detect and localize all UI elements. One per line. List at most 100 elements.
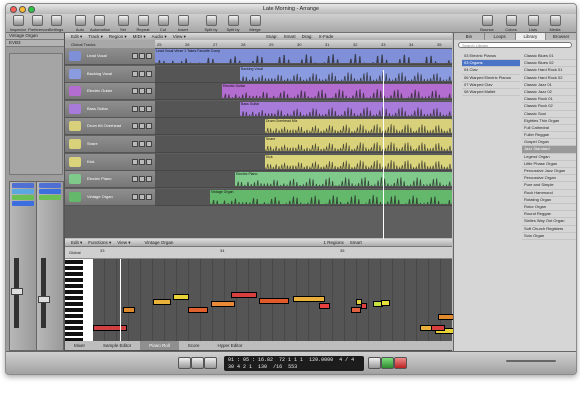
mute-button[interactable] (132, 70, 138, 77)
track-header[interactable]: Backing Vocal (65, 65, 155, 83)
record-enable-button[interactable] (146, 158, 152, 165)
record-enable-button[interactable] (146, 193, 152, 200)
divisor-display[interactable]: /16 (273, 364, 282, 370)
playhead[interactable] (383, 70, 384, 266)
arrange-menu-item[interactable]: Edit ▾ (71, 34, 82, 39)
midi-note[interactable] (351, 307, 361, 313)
track-header[interactable]: Electric Guitar (65, 83, 155, 101)
solo-button[interactable] (139, 88, 145, 95)
volume-fader[interactable] (38, 258, 50, 328)
arrange-menu-item[interactable]: Audio ▾ (152, 34, 167, 39)
audio-region[interactable]: Drum Overhead Mix (265, 119, 452, 134)
library-patch-item[interactable]: Legend Organ (522, 154, 576, 161)
volume-fader[interactable] (11, 258, 23, 328)
toolbar-button[interactable]: Bounce (478, 15, 496, 32)
editor-snap-value[interactable]: Smart (350, 240, 362, 245)
toolbar-button[interactable]: Automation (90, 15, 110, 32)
close-icon[interactable] (10, 6, 17, 13)
black-key[interactable] (65, 278, 83, 282)
audio-region[interactable]: Lead Vocal Verse 1 Takes Favorite Comp (155, 49, 452, 63)
library-patch-item[interactable]: Little Phase Organ (522, 161, 576, 168)
midi-note[interactable] (259, 298, 289, 304)
insert-slot[interactable] (39, 183, 61, 188)
track-header[interactable]: Lead Vocal (65, 48, 155, 65)
fader-knob[interactable] (11, 288, 23, 295)
black-key[interactable] (65, 260, 83, 264)
browser-tab-library[interactable]: Library (515, 33, 547, 40)
mute-button[interactable] (132, 158, 138, 165)
midi-note[interactable] (361, 303, 367, 309)
toolbar-button[interactable]: Colors (502, 15, 520, 32)
record-button[interactable] (394, 357, 407, 369)
editor-tab-hyper-editor[interactable]: Hyper Editor (209, 341, 252, 350)
record-enable-button[interactable] (146, 88, 152, 95)
master-volume-slider[interactable] (506, 360, 556, 362)
toolbar-button[interactable]: Lists (524, 15, 542, 32)
library-patch-item[interactable]: Pure and Simple (522, 182, 576, 190)
library-category-item[interactable]: 06 Warped Electric Pianos (462, 75, 520, 82)
toolbar-button[interactable]: Settings (47, 15, 65, 32)
arrange-ruler[interactable]: 25 26 27 28 29 30 31 32 33 34 35 (155, 40, 452, 48)
solo-button[interactable] (139, 141, 145, 147)
black-key[interactable] (65, 320, 83, 324)
black-key[interactable] (65, 266, 83, 270)
play-button[interactable] (381, 357, 394, 369)
library-patch-item[interactable]: Rotating Organ (522, 197, 576, 204)
library-patch-item[interactable]: Round Reggae (522, 211, 576, 219)
midi-note[interactable] (381, 300, 390, 306)
black-key[interactable] (65, 290, 83, 294)
solo-button[interactable] (139, 70, 145, 77)
track-header[interactable]: Kick (65, 153, 155, 171)
arrange-menu-item[interactable]: Track ▾ (88, 34, 103, 39)
midi-note[interactable] (211, 301, 235, 307)
library-patch-item[interactable]: Eighties Thin Organ (522, 118, 576, 125)
black-key[interactable] (65, 308, 83, 312)
library-patch-item[interactable]: Rock Hammond (522, 190, 576, 197)
record-enable-button[interactable] (146, 105, 152, 112)
midi-note[interactable] (173, 294, 189, 300)
black-key[interactable] (65, 326, 83, 330)
editor-menu-item[interactable]: Edit ▾ (71, 240, 82, 245)
library-category-item[interactable]: 08 Warped Mallet (462, 89, 520, 97)
library-patch-item[interactable]: Jazz Standard (522, 146, 576, 154)
mute-button[interactable] (132, 193, 138, 200)
black-key[interactable] (65, 296, 83, 300)
solo-button[interactable] (139, 176, 145, 183)
midi-note[interactable] (93, 325, 127, 331)
record-enable-button[interactable] (146, 123, 152, 130)
forward-button[interactable] (204, 357, 217, 369)
library-patch-item[interactable]: Full Cathedral (522, 125, 576, 133)
tempo-display[interactable]: 120.0000 (309, 357, 333, 363)
library-patch-item[interactable]: Classic Rock 02 (522, 103, 576, 111)
track-header[interactable]: Vintage Organ (65, 188, 155, 206)
mute-button[interactable] (132, 53, 138, 59)
toolbar-button[interactable]: Inspector (9, 15, 27, 32)
solo-button[interactable] (139, 105, 145, 112)
insert-slot[interactable] (12, 189, 34, 194)
library-patch-item[interactable]: Percussive Jazz Organ (522, 168, 576, 176)
black-key[interactable] (65, 284, 83, 288)
audio-region[interactable]: Kick (265, 154, 452, 169)
library-patch-item[interactable]: Gospel Organ (522, 139, 576, 147)
insert-slot[interactable] (39, 195, 61, 200)
zoom-icon[interactable] (28, 6, 35, 13)
editor-menu-item[interactable]: View ▾ (117, 240, 130, 245)
library-search-input[interactable]: Search Library (458, 42, 572, 48)
library-patch-item[interactable]: Solo Organ (522, 233, 576, 240)
library-patch-item[interactable]: Rotor Organ (522, 204, 576, 212)
go-to-start-button[interactable] (178, 357, 191, 369)
note-grid[interactable] (93, 259, 454, 341)
editor-menu-item[interactable]: Functions ▾ (88, 240, 111, 245)
audio-region[interactable]: Backing Vocal (240, 66, 452, 81)
mute-button[interactable] (132, 105, 138, 112)
library-patch-item[interactable]: Classic Jazz 01 (522, 82, 576, 89)
insert-slot[interactable] (12, 183, 34, 188)
library-patch-item[interactable]: Classic Rock 01 (522, 96, 576, 104)
library-patch-item[interactable]: Sixties Way Out Organ (522, 218, 576, 226)
library-patch-item[interactable]: Classic Blues 02 (522, 60, 576, 68)
rewind-button[interactable] (191, 357, 204, 369)
insert-slot[interactable] (39, 189, 61, 194)
black-key[interactable] (65, 314, 83, 318)
audio-region[interactable]: Vintage Organ (210, 189, 452, 204)
library-category-item[interactable]: 04 Clav (462, 67, 520, 75)
